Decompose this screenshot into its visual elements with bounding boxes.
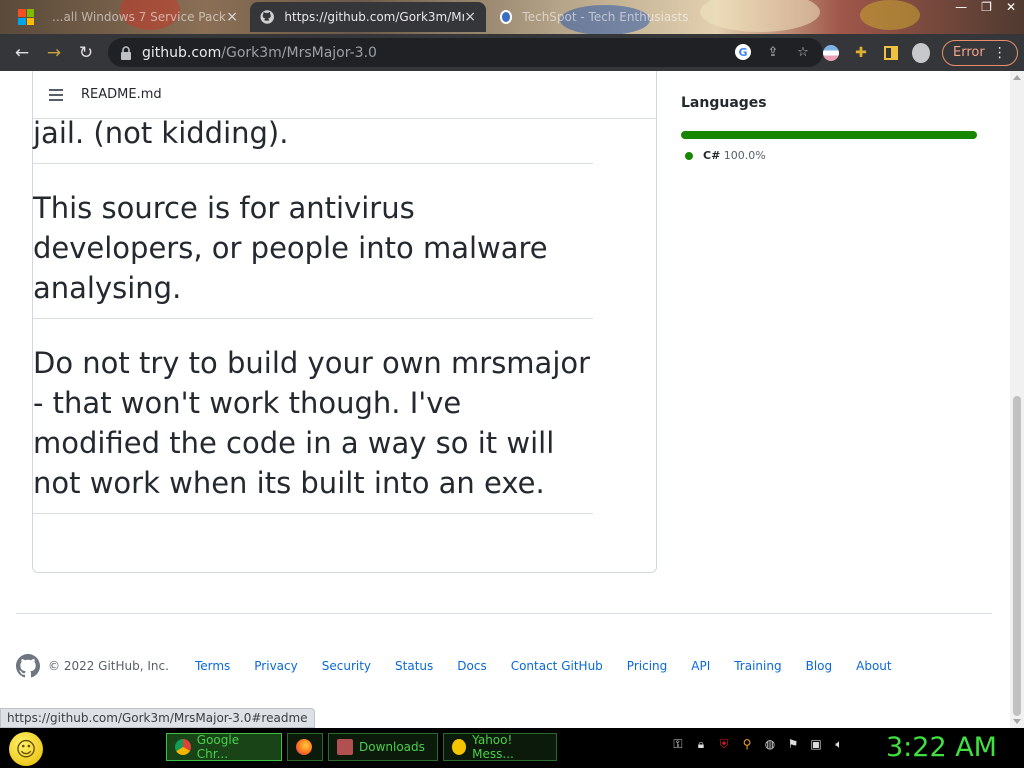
address-bar[interactable]: github.com/Gork3m/MrsMajor-3.0 G ⇪ ☆: [108, 38, 823, 67]
reload-icon: ↻: [78, 42, 94, 63]
scroll-up-icon[interactable]: [1013, 75, 1021, 80]
tab-title: ...all Windows 7 Service Pack 1...: [52, 10, 226, 24]
footer-link-api[interactable]: API: [691, 659, 710, 673]
footer-link-docs[interactable]: Docs: [457, 659, 486, 673]
error-label: Error: [953, 45, 985, 60]
footer-link-status[interactable]: Status: [395, 659, 433, 673]
footer-link-about[interactable]: About: [856, 659, 891, 673]
minimize-icon[interactable]: —: [955, 0, 967, 18]
readme-content: purposes, or you'll have a bad time at j…: [33, 76, 593, 538]
footer-link-security[interactable]: Security: [322, 659, 371, 673]
github-icon: [260, 10, 274, 24]
window-controls: — ❐ ✕: [955, 0, 1016, 18]
more-menu-icon[interactable]: ⋮: [993, 45, 1007, 61]
tray-lock-icon[interactable]: 🔒︎: [693, 736, 709, 752]
maximize-icon[interactable]: ❐: [981, 0, 992, 18]
tray-volume-icon[interactable]: 🔈︎: [831, 736, 847, 752]
lock-icon: [121, 45, 131, 60]
languages-heading: Languages: [681, 95, 767, 111]
close-icon[interactable]: ×: [226, 9, 238, 25]
google-icon[interactable]: G: [735, 44, 751, 60]
tray-display-icon[interactable]: ▣: [808, 736, 824, 752]
footer-link-pricing[interactable]: Pricing: [627, 659, 667, 673]
tray-network-icon[interactable]: ⚿: [670, 736, 686, 752]
footer-link-privacy[interactable]: Privacy: [254, 659, 297, 673]
list-icon[interactable]: [49, 88, 65, 101]
star-icon[interactable]: ☆: [795, 44, 811, 60]
tray-messenger-icon[interactable]: ◍: [762, 736, 778, 752]
readme-paragraph: This source is for antivirus developers,…: [33, 188, 593, 319]
language-bar: [681, 131, 977, 139]
close-icon[interactable]: ×: [464, 9, 476, 25]
system-tray: ⚿ 🔒︎ ⛨ ⚲ ◍ ⚑ ▣ 🔈︎: [670, 736, 847, 752]
page-scrollbar[interactable]: [1010, 71, 1024, 728]
taskbar-item-chrome[interactable]: Google Chr...: [166, 733, 282, 761]
translate-extension-icon[interactable]: [822, 44, 840, 62]
taskbar-item-downloads[interactable]: Downloads: [328, 733, 438, 761]
puzzle-extensions-icon[interactable]: ✚: [852, 44, 870, 62]
footer-link-blog[interactable]: Blog: [806, 659, 833, 673]
scrollbar-thumb[interactable]: [1013, 396, 1021, 716]
browser-toolbar: ← → ↻ github.com/Gork3m/MrsMajor-3.0 G ⇪…: [0, 34, 1024, 71]
readme-filename[interactable]: README.md: [81, 87, 162, 102]
arrow-right-icon: →: [46, 42, 62, 63]
tab-title: TechSpot - Tech Enthusiasts, Po...: [522, 10, 690, 24]
taskbar-clock[interactable]: 3:22 AM: [886, 732, 997, 763]
footer-link-terms[interactable]: Terms: [195, 659, 230, 673]
tab-windows7[interactable]: ...all Windows 7 Service Pack 1... ×: [42, 2, 248, 32]
reload-button[interactable]: ↻: [70, 37, 102, 69]
tab-github[interactable]: https://github.com/Gork3m/Mrs... ×: [250, 2, 486, 32]
github-logo-icon[interactable]: [16, 654, 40, 678]
footer-divider: [16, 613, 992, 614]
address-path: /Gork3m/MrsMajor-3.0: [221, 44, 377, 61]
back-button[interactable]: ←: [6, 37, 38, 69]
tab-title: https://github.com/Gork3m/Mrs...: [284, 10, 465, 24]
footer-link-contact[interactable]: Contact GitHub: [511, 659, 603, 673]
footer-copyright: © 2022 GitHub, Inc.: [48, 659, 169, 673]
link-status-bubble: https://github.com/Gork3m/MrsMajor-3.0#r…: [0, 708, 315, 728]
folder-icon: [337, 739, 353, 755]
language-item[interactable]: C# 100.0%: [685, 149, 766, 162]
error-button[interactable]: Error ⋮: [942, 39, 1018, 66]
tab-techspot[interactable]: TechSpot - Tech Enthusiasts, Po...: [490, 2, 700, 32]
tray-search-icon[interactable]: ⚲: [739, 736, 755, 752]
forward-button[interactable]: →: [38, 37, 70, 69]
scroll-down-icon[interactable]: [1013, 719, 1021, 724]
language-name: C#: [703, 149, 721, 162]
firefox-icon: [296, 739, 312, 755]
browser-tab-strip: ...all Windows 7 Service Pack 1... × htt…: [0, 0, 1024, 34]
taskbar-item-label: Google Chr...: [196, 733, 240, 761]
share-icon[interactable]: ⇪: [765, 44, 781, 60]
windows-logo-icon: [18, 9, 34, 25]
language-color-dot: [685, 151, 693, 160]
side-panel-icon[interactable]: [882, 44, 900, 62]
chrome-icon: [175, 739, 191, 755]
readme-paragraph: Do not try to build your own mrsmajor - …: [33, 343, 593, 514]
tray-flag-icon[interactable]: ⚑: [785, 736, 801, 752]
tray-shield-icon[interactable]: ⛨: [716, 736, 732, 752]
yahoo-smiley-icon: [452, 739, 467, 755]
footer-link-training[interactable]: Training: [734, 659, 781, 673]
smiley-icon: ☺: [9, 732, 43, 766]
taskbar-item-label: Yahoo! Mess...: [472, 733, 514, 761]
techspot-icon: [500, 10, 513, 24]
profile-avatar-icon[interactable]: [912, 42, 930, 63]
close-window-icon[interactable]: ✕: [1006, 0, 1016, 18]
taskbar-item-firefox[interactable]: [287, 733, 323, 761]
taskbar-item-label: Downloads: [359, 740, 425, 754]
arrow-left-icon: ←: [14, 42, 30, 63]
readme-sticky-header: README.md: [33, 71, 656, 119]
footer: © 2022 GitHub, Inc. Terms Privacy Securi…: [16, 654, 916, 678]
address-host: github.com: [142, 44, 222, 61]
language-percent: 100.0%: [723, 149, 766, 162]
start-button[interactable]: ☺: [6, 732, 46, 766]
taskbar-item-yahoo-messenger[interactable]: Yahoo! Mess...: [443, 733, 557, 761]
github-page: purposes, or you'll have a bad time at j…: [0, 71, 1010, 728]
taskbar: ☺ Google Chr... Downloads Yahoo! Mess...…: [0, 728, 1024, 768]
